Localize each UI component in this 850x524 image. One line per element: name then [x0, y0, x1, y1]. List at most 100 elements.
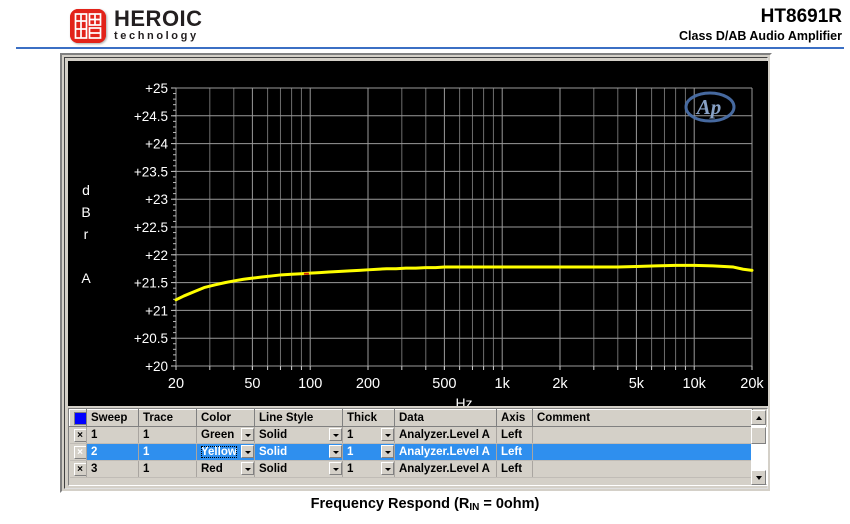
figure-caption: Frequency Respond (RIN = 0ohm)	[0, 496, 850, 513]
part-description: Class D/AB Audio Amplifier	[679, 29, 842, 43]
row-delete-cell[interactable]: ×	[69, 460, 87, 478]
row-delete-cell[interactable]: ×	[69, 426, 87, 444]
trace-table[interactable]: Sweep Trace Color Line Style Thick Data …	[68, 408, 768, 486]
caption-text-after: = 0ohm)	[479, 496, 540, 512]
svg-text:50: 50	[244, 376, 260, 392]
thick-select-value: 1	[347, 429, 354, 441]
thick-select[interactable]: 1	[342, 460, 395, 478]
close-icon[interactable]: ×	[73, 462, 86, 476]
row-delete-cell[interactable]: ×	[69, 443, 87, 461]
svg-text:20k: 20k	[740, 376, 764, 392]
cell-data[interactable]: Analyzer.Level A	[394, 426, 497, 444]
color-select-value: Red	[201, 463, 223, 475]
line-style-select[interactable]: Solid	[254, 426, 343, 444]
chevron-down-icon[interactable]	[329, 462, 342, 475]
brand-tagline: technology	[114, 30, 199, 42]
color-select[interactable]: Red	[196, 460, 255, 478]
svg-text:Ap: Ap	[695, 95, 722, 119]
chevron-down-icon[interactable]	[381, 428, 394, 441]
chevron-down-icon[interactable]	[241, 445, 254, 458]
svg-text:+23.5: +23.5	[134, 164, 168, 179]
color-select[interactable]: Green	[196, 426, 255, 444]
svg-text:+21: +21	[145, 303, 168, 318]
measurement-panel-inner: Ap +20 +20.5 +21 +21.5 +22 +22.5 +23 +23.5 +24 +24…	[64, 57, 768, 489]
table-row[interactable]: × 2 1 Yellow Solid 1 Analyzer.Level A Left	[69, 443, 753, 461]
cell-data[interactable]: Analyzer.Level A	[394, 443, 497, 461]
table-row[interactable]: × 3 1 Red Solid 1 Analyzer.Level A Left	[69, 460, 753, 478]
cell-trace[interactable]: 1	[138, 443, 197, 461]
plot-svg: Ap +20 +20.5 +21 +21.5 +22 +22.5 +23 +23.5 +24 +24…	[68, 61, 768, 406]
color-select[interactable]: Yellow	[196, 443, 255, 461]
svg-text:+22: +22	[145, 248, 168, 263]
scrollbar-track[interactable]	[751, 425, 766, 470]
thick-select-value: 1	[347, 463, 354, 475]
svg-text:2k: 2k	[552, 376, 568, 392]
thick-select[interactable]: 1	[342, 426, 395, 444]
cell-trace[interactable]: 1	[138, 460, 197, 478]
svg-text:Hz: Hz	[455, 395, 472, 406]
caption-subscript: IN	[469, 502, 480, 513]
svg-text:+23: +23	[145, 192, 168, 207]
close-icon[interactable]: ×	[73, 445, 86, 459]
cell-comment[interactable]	[532, 443, 753, 461]
scroll-up-arrow-icon[interactable]	[751, 410, 766, 425]
line-style-select[interactable]: Solid	[254, 443, 343, 461]
chevron-down-icon[interactable]	[381, 462, 394, 475]
cell-data[interactable]: Analyzer.Level A	[394, 460, 497, 478]
svg-text:+21.5: +21.5	[134, 276, 168, 291]
thick-select-value: 1	[347, 446, 354, 458]
cell-sweep[interactable]: 1	[86, 426, 139, 444]
cell-axis[interactable]: Left	[496, 426, 533, 444]
svg-text:100: 100	[298, 376, 322, 392]
header-color[interactable]: Color	[196, 409, 255, 427]
cell-sweep[interactable]: 2	[86, 443, 139, 461]
close-icon[interactable]: ×	[73, 428, 86, 442]
svg-text:A: A	[81, 270, 91, 286]
header-sweep[interactable]: Sweep	[86, 409, 139, 427]
chevron-down-icon[interactable]	[241, 428, 254, 441]
chevron-down-icon[interactable]	[241, 462, 254, 475]
header-data[interactable]: Data	[394, 409, 497, 427]
svg-text:5k: 5k	[629, 376, 645, 392]
trace-table-header-row: Sweep Trace Color Line Style Thick Data …	[69, 409, 753, 427]
cell-axis[interactable]: Left	[496, 460, 533, 478]
cell-sweep[interactable]: 3	[86, 460, 139, 478]
trace-table-body: × 1 1 Green Solid 1 Analyzer.Level A Left × 2 1 Yel…	[69, 426, 753, 478]
part-info-block: HT8691R Class D/AB Audio Amplifier	[679, 6, 842, 44]
header-comment[interactable]: Comment	[532, 409, 753, 427]
legend-color-swatch	[74, 411, 86, 425]
brand-wordmark: HEROIC technology	[114, 8, 203, 43]
header-thick[interactable]: Thick	[342, 409, 395, 427]
line-style-select[interactable]: Solid	[254, 460, 343, 478]
cell-comment[interactable]	[532, 460, 753, 478]
scrollbar-thumb[interactable]	[751, 427, 766, 444]
svg-text:+20: +20	[145, 359, 168, 374]
table-row[interactable]: × 1 1 Green Solid 1 Analyzer.Level A Left	[69, 426, 753, 444]
chevron-down-icon[interactable]	[329, 445, 342, 458]
trace-table-scrollbar[interactable]	[751, 410, 766, 485]
cell-comment[interactable]	[532, 426, 753, 444]
cell-trace[interactable]: 1	[138, 426, 197, 444]
header-line-style[interactable]: Line Style	[254, 409, 343, 427]
color-select-value: Yellow	[201, 446, 237, 458]
caption-text-before: Frequency Respond (R	[310, 496, 470, 512]
color-select-value: Green	[201, 429, 235, 441]
chevron-down-icon[interactable]	[381, 445, 394, 458]
frequency-response-graph[interactable]: Ap +20 +20.5 +21 +21.5 +22 +22.5 +23 +23.5 +24 +24…	[68, 61, 768, 406]
line-style-select-value: Solid	[259, 463, 288, 475]
part-number: HT8691R	[760, 6, 842, 27]
header-trace[interactable]: Trace	[138, 409, 197, 427]
cell-axis[interactable]: Left	[496, 443, 533, 461]
page-header: HEROIC technology HT8691R Class D/AB Aud…	[0, 0, 850, 46]
page-root: HEROIC technology HT8691R Class D/AB Aud…	[0, 0, 850, 524]
heroic-seal-logo-icon	[70, 9, 106, 43]
thick-select[interactable]: 1	[342, 443, 395, 461]
svg-text:+20.5: +20.5	[134, 331, 168, 346]
header-axis[interactable]: Axis	[496, 409, 533, 427]
svg-text:1k: 1k	[495, 376, 511, 392]
chevron-down-icon[interactable]	[329, 428, 342, 441]
scroll-down-arrow-icon[interactable]	[751, 470, 766, 485]
header-divider	[16, 47, 844, 49]
svg-text:r: r	[84, 226, 89, 242]
svg-text:+24: +24	[145, 137, 168, 152]
